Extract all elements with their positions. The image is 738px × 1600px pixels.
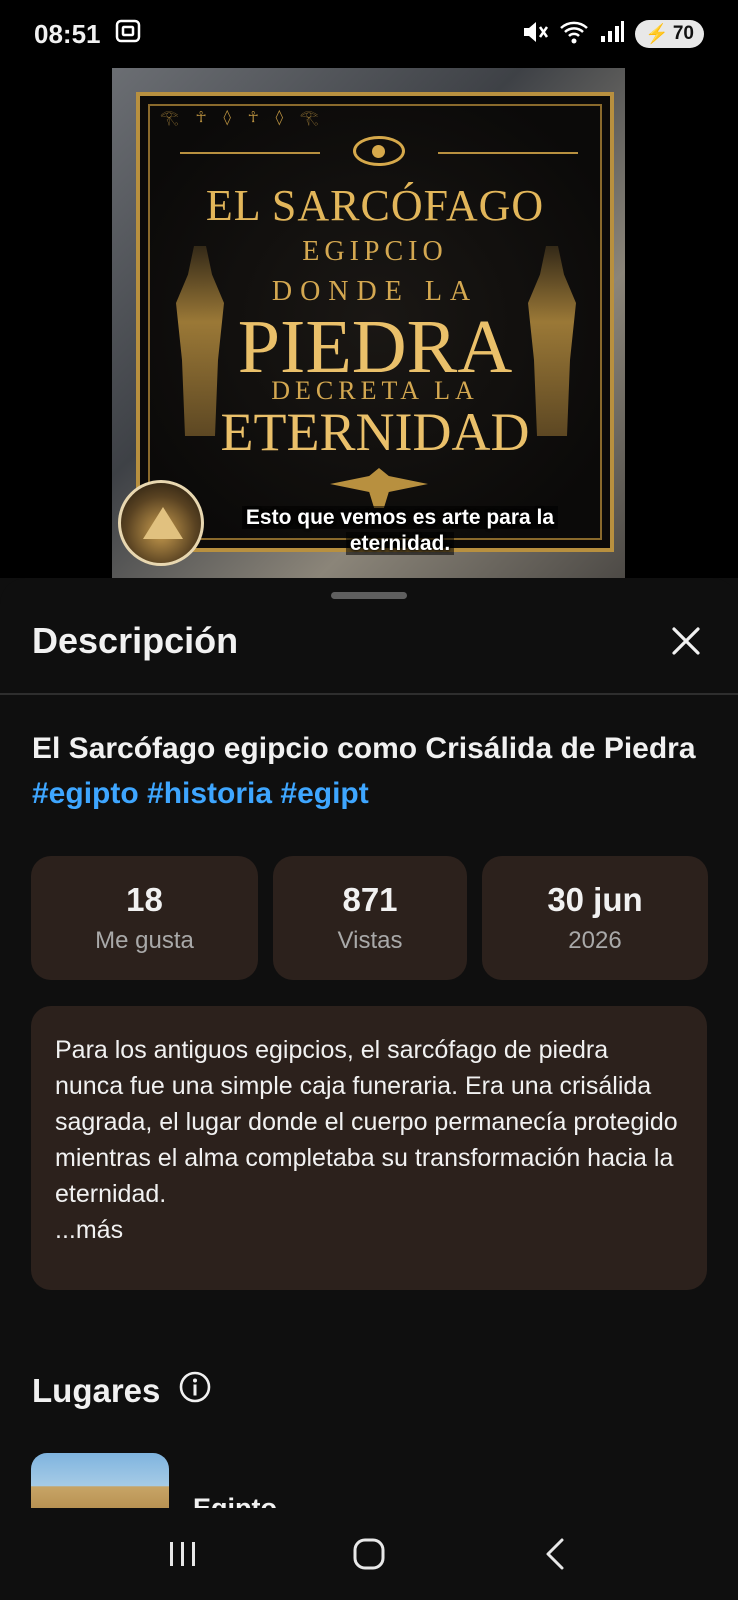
battery-indicator: ⚡ 70	[635, 20, 704, 48]
stats-row: 18 Me gusta 871 Vistas 30 jun 2026	[31, 856, 708, 980]
stat-date: 30 jun 2026	[482, 856, 708, 980]
video-title: El Sarcófago egipcio como Crisálida de P…	[32, 726, 712, 816]
caption-line: eternidad.	[345, 532, 455, 555]
screenshot-icon	[115, 19, 141, 50]
place-name[interactable]: Egipto	[193, 1493, 277, 1508]
home-icon	[353, 1538, 385, 1570]
stat-value: 18	[126, 881, 163, 918]
video-title-text: El Sarcófago egipcio como Crisálida de P…	[32, 732, 696, 765]
stat-likes: 18 Me gusta	[31, 856, 258, 980]
mute-icon	[521, 19, 549, 50]
place-thumbnail[interactable]	[31, 1453, 169, 1508]
caption-line: Esto que vemos es arte para la	[241, 506, 559, 529]
battery-level: 70	[672, 23, 694, 44]
video-thumbnail-poster: 𓂀 ☥ ◊ ☥ ◊ 𓂀 EL SARCÓFAGO EGIPCIO DONDE L…	[136, 92, 614, 552]
sheet-title: Descripción	[32, 620, 239, 661]
back-button[interactable]	[525, 1524, 585, 1584]
winged-scarab-icon	[330, 468, 428, 508]
recent-apps-button[interactable]	[153, 1524, 213, 1584]
close-button[interactable]	[666, 621, 706, 661]
video-player[interactable]: 𓂀 ☥ ◊ ☥ ◊ 𓂀 EL SARCÓFAGO EGIPCIO DONDE L…	[0, 68, 738, 578]
battery-charging-icon: ⚡	[645, 24, 669, 45]
more-link[interactable]: ...más	[55, 1212, 683, 1248]
stat-value: 30 jun	[547, 881, 643, 918]
status-bar: 08:51 ⚡ 70	[0, 0, 738, 68]
poster-ornament-line	[438, 152, 578, 154]
status-time: 08:51	[34, 18, 101, 49]
description-box[interactable]: Para los antiguos egipcios, el sarcófago…	[31, 1006, 707, 1290]
stat-label: Vistas	[337, 927, 403, 954]
signal-icon	[599, 20, 625, 49]
description-sheet: Descripción El Sarcófago egipcio como Cr…	[0, 578, 738, 1508]
eye-of-horus-icon	[353, 136, 405, 166]
system-nav-bar	[0, 1508, 738, 1600]
hashtag-link[interactable]: #egipto	[32, 777, 139, 810]
back-icon	[546, 1538, 564, 1570]
places-title: Lugares	[32, 1372, 161, 1409]
description-text: Para los antiguos egipcios, el sarcófago…	[55, 1036, 678, 1208]
sheet-drag-handle[interactable]	[331, 592, 407, 599]
hashtag-link[interactable]: #egipt	[280, 777, 368, 810]
info-icon[interactable]	[178, 1370, 212, 1412]
divider	[0, 693, 738, 695]
places-header: Lugares	[32, 1370, 212, 1412]
video-caption: Esto que vemos es arte para la eternidad…	[210, 505, 590, 557]
stat-label: Me gusta	[95, 927, 194, 954]
poster-title-line: EL SARCÓFAGO	[205, 181, 545, 230]
hashtag-link[interactable]: #historia	[147, 777, 272, 810]
close-icon	[672, 627, 700, 655]
stat-value: 871	[342, 881, 398, 918]
wifi-icon	[559, 19, 589, 50]
home-button[interactable]	[339, 1524, 399, 1584]
stat-views: 871 Vistas	[273, 856, 467, 980]
channel-avatar[interactable]	[118, 480, 204, 566]
hieroglyph-border-icon: 𓂀 ☥ ◊ ☥ ◊ 𓂀	[160, 108, 325, 126]
stat-label: 2026	[568, 927, 622, 954]
poster-ornament-line	[180, 152, 320, 154]
recent-apps-icon	[170, 1542, 195, 1566]
sheet-header: Descripción	[0, 608, 738, 674]
poster-title-line: EGIPCIO	[302, 236, 448, 267]
